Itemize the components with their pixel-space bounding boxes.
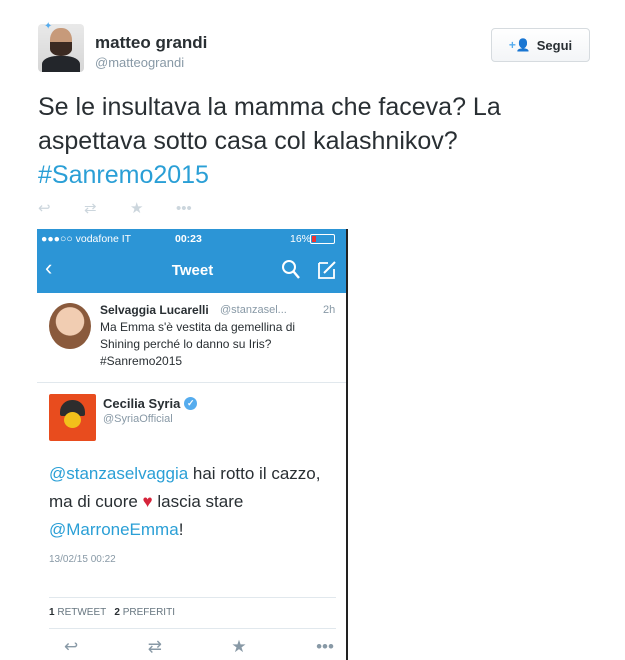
quoted-time: 2h xyxy=(323,304,336,316)
text-part: lascia stare xyxy=(152,492,244,511)
verified-icon: ✓ xyxy=(184,397,198,410)
add-user-icon: +👤 xyxy=(508,38,531,52)
hashtag-link[interactable]: #Sanremo2015 xyxy=(38,161,209,189)
search-icon[interactable] xyxy=(281,259,301,281)
quoted-avatar[interactable] xyxy=(49,303,91,349)
twitter-bird-icon: ✦ xyxy=(44,21,53,32)
avatar-body xyxy=(42,56,80,72)
tweet-text: Se le insultava la mamma che faceva? La … xyxy=(38,90,598,192)
nav-bar: ‹ Tweet xyxy=(37,249,346,293)
retweet-label[interactable]: RETWEET xyxy=(57,607,106,618)
favorite-label[interactable]: PREFERITI xyxy=(123,607,175,618)
reply-icon[interactable]: ↩ xyxy=(64,637,78,657)
battery-percent: 16% xyxy=(290,233,312,245)
status-bar: ●●●○○ vodafone IT 00:23 16% xyxy=(37,229,346,249)
main-text: @stanzaselvaggia hai rotto il cazzo, ma … xyxy=(49,460,344,544)
more-icon[interactable]: ••• xyxy=(176,200,222,217)
quoted-text: Ma Emma s'è vestita da gemellina di Shin… xyxy=(100,320,296,368)
retweet-icon[interactable]: ⇄ xyxy=(84,199,130,217)
mention-link[interactable]: @stanzaselvaggia xyxy=(49,464,188,483)
user-name[interactable]: matteo grandi xyxy=(95,33,207,53)
text-part: ! xyxy=(178,520,184,539)
nav-title: Tweet xyxy=(171,262,214,279)
reply-icon[interactable]: ↩ xyxy=(38,199,84,217)
tweet-date: 13/02/15 00:22 xyxy=(49,554,116,565)
main-avatar[interactable] xyxy=(49,394,96,441)
main-tweet: Cecilia Syria ✓ @SyriaOfficial @stanzase… xyxy=(37,384,346,660)
mention-link[interactable]: @MarroneEmma xyxy=(49,520,179,539)
main-name-row[interactable]: Cecilia Syria ✓ xyxy=(103,396,198,411)
tweet-body: Se le insultava la mamma che faceva? La … xyxy=(38,93,501,155)
quoted-handle: @stanzasel... xyxy=(220,304,287,316)
compose-icon[interactable] xyxy=(316,259,338,281)
embedded-screenshot: ●●●○○ vodafone IT 00:23 16% ‹ Tweet Selv… xyxy=(37,229,348,660)
main-handle: @SyriaOfficial xyxy=(103,413,173,425)
retweet-count[interactable]: 1 xyxy=(49,607,55,618)
more-icon[interactable]: ••• xyxy=(316,637,334,657)
battery-icon xyxy=(310,234,335,244)
user-handle[interactable]: @matteograndi xyxy=(95,55,184,70)
clock: 00:23 xyxy=(175,233,202,245)
follow-button[interactable]: +👤 Segui xyxy=(491,28,590,62)
main-tweet-actions: ↩ ⇄ ★ ••• xyxy=(64,637,334,657)
favorite-count[interactable]: 2 xyxy=(114,607,120,618)
retweet-icon[interactable]: ⇄ xyxy=(148,637,162,657)
divider xyxy=(49,628,336,629)
quoted-name[interactable]: Selvaggia Lucarelli xyxy=(100,303,209,317)
carrier-label: ●●●○○ vodafone IT xyxy=(41,233,132,245)
favorite-icon[interactable]: ★ xyxy=(231,637,246,657)
quoted-tweet[interactable]: Selvaggia Lucarelli @stanzasel... 2h Ma … xyxy=(37,293,346,383)
main-name: Cecilia Syria xyxy=(103,396,181,411)
tweet-stats: 1 RETWEET 2 PREFERITI xyxy=(49,597,336,618)
tweet-actions: ↩ ⇄ ★ ••• xyxy=(38,199,222,218)
follow-button-label: Segui xyxy=(536,37,573,53)
avatar-beard xyxy=(50,42,72,56)
avatar-face xyxy=(64,412,81,428)
heart-icon: ♥ xyxy=(142,492,153,511)
favorite-icon[interactable]: ★ xyxy=(130,199,176,217)
